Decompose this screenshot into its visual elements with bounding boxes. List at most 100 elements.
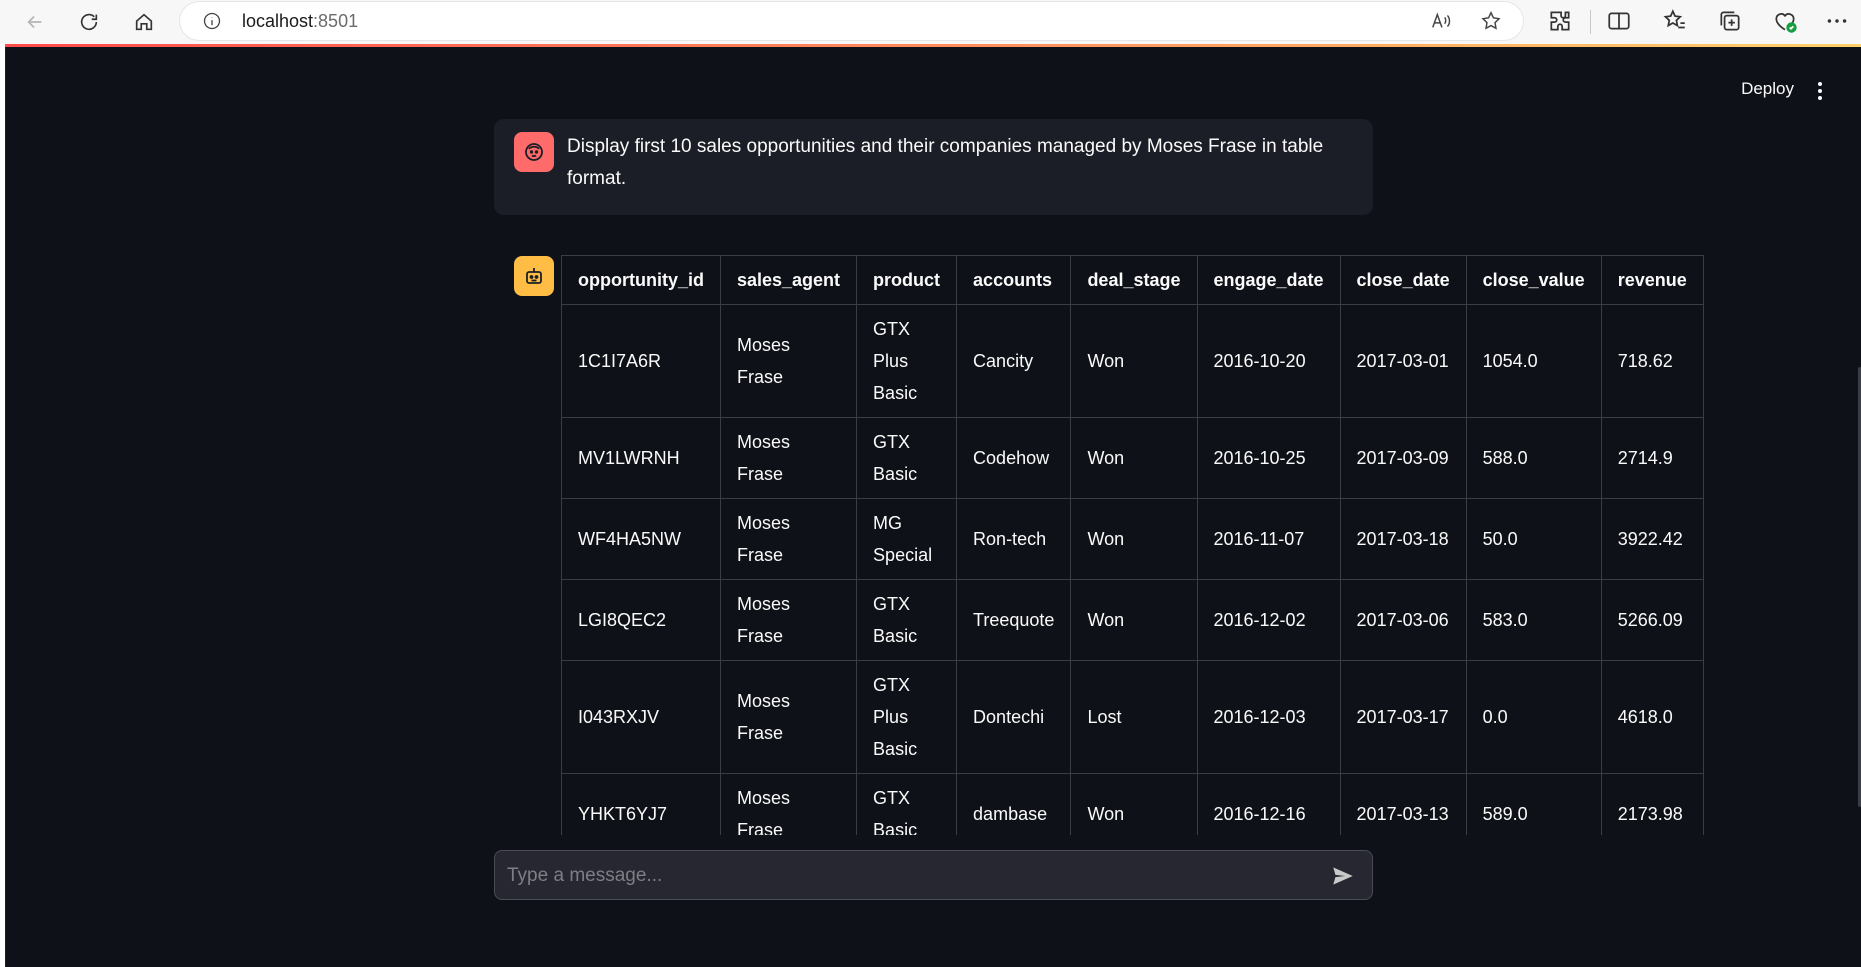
chat-input[interactable]	[505, 851, 1299, 901]
table-cell-product: GTX Basic	[856, 417, 958, 499]
favorite-star-icon[interactable]	[1480, 10, 1502, 32]
table-cell-opportunity-id: LGI8QEC2	[561, 579, 721, 661]
assistant-table-container: opportunity_id sales_agent product accounts…	[561, 255, 1740, 835]
table-cell-accounts: dambase	[956, 773, 1072, 835]
column-header-deal-stage: deal_stage	[1070, 255, 1198, 305]
table-cell-revenue: 5266.09	[1600, 579, 1704, 661]
extensions-icon[interactable]	[1547, 8, 1573, 34]
table-cell-close-value: 588.0	[1465, 417, 1602, 499]
table-cell-close-value: 583.0	[1465, 579, 1602, 661]
table-cell-deal-stage: Won	[1070, 417, 1198, 499]
table-cell-close-date: 2017-03-01	[1339, 304, 1467, 418]
info-icon[interactable]	[202, 11, 222, 31]
table-cell-sales-agent: Moses Frase	[719, 417, 858, 499]
table-cell-engage-date: 2016-11-07	[1196, 498, 1341, 580]
table-cell-deal-stage: Lost	[1070, 660, 1198, 774]
table-row: WF4HA5NW Moses Frase MG Special Ron-tech Won…	[561, 498, 1704, 580]
table-cell-opportunity-id: I043RXJV	[561, 660, 721, 774]
table-cell-close-date: 2017-03-17	[1339, 660, 1467, 774]
table-cell-engage-date: 2016-12-16	[1196, 773, 1341, 835]
table-cell-engage-date: 2016-10-20	[1196, 304, 1341, 418]
table-cell-accounts: Ron-tech	[956, 498, 1072, 580]
table-cell-accounts: Cancity	[956, 304, 1072, 418]
table-cell-revenue: 2714.9	[1600, 417, 1704, 499]
read-aloud-icon[interactable]	[1430, 10, 1452, 32]
table-row: LGI8QEC2 Moses Frase GTX Basic Treequote Won…	[561, 579, 1704, 661]
column-header-close-value: close_value	[1465, 255, 1602, 305]
user-chat-message: Display first 10 sales opportunities and…	[494, 119, 1373, 215]
table-cell-opportunity-id: WF4HA5NW	[561, 498, 721, 580]
table-cell-close-value: 50.0	[1465, 498, 1602, 580]
table-cell-deal-stage: Won	[1070, 773, 1198, 835]
table-cell-engage-date: 2016-12-02	[1196, 579, 1341, 661]
robot-icon	[526, 268, 542, 284]
user-avatar	[514, 132, 554, 172]
table-cell-close-date: 2017-03-09	[1339, 417, 1467, 499]
table-cell-product: GTX Plus Basic	[856, 660, 958, 774]
address-bar[interactable]: localhost:8501	[180, 2, 1523, 40]
browser-toolbar: localhost:8501	[0, 0, 1861, 44]
table-row: YHKT6YJ7 Moses Frase GTX Basic dambase Won 20…	[561, 773, 1704, 835]
table-cell-sales-agent: Moses Frase	[719, 304, 858, 418]
table-cell-revenue: 4618.0	[1600, 660, 1704, 774]
table-cell-product: GTX Basic	[856, 773, 958, 835]
table-cell-close-date: 2017-03-06	[1339, 579, 1467, 661]
user-message-text: Display first 10 sales opportunities and…	[567, 136, 1324, 189]
table-cell-close-value: 0.0	[1465, 660, 1602, 774]
table-cell-accounts: Treequote	[956, 579, 1072, 661]
table-cell-engage-date: 2016-10-25	[1196, 417, 1341, 499]
table-cell-close-date: 2017-03-13	[1339, 773, 1467, 835]
url-host: localhost	[242, 11, 314, 31]
table-cell-deal-stage: Won	[1070, 304, 1198, 418]
back-icon[interactable]	[19, 6, 51, 38]
user-face-icon	[525, 143, 543, 161]
table-cell-product: GTX Basic	[856, 579, 958, 661]
column-header-product: product	[856, 255, 958, 305]
column-header-revenue: revenue	[1600, 255, 1704, 305]
table-cell-deal-stage: Won	[1070, 498, 1198, 580]
url-text: localhost:8501	[242, 11, 358, 32]
favorites-icon[interactable]	[1662, 8, 1688, 34]
home-icon[interactable]	[128, 6, 160, 38]
assistant-avatar	[514, 256, 554, 296]
table-cell-close-value: 589.0	[1465, 773, 1602, 835]
table-cell-revenue: 2173.98	[1600, 773, 1704, 835]
collections-icon[interactable]	[1717, 8, 1743, 34]
table-cell-deal-stage: Won	[1070, 579, 1198, 661]
table-header-row: opportunity_id sales_agent product accounts…	[561, 255, 1704, 305]
table-cell-sales-agent: Moses Frase	[719, 773, 858, 835]
column-header-close-date: close_date	[1339, 255, 1467, 305]
table-cell-accounts: Codehow	[956, 417, 1072, 499]
column-header-opportunity-id: opportunity_id	[561, 255, 721, 305]
table-cell-sales-agent: Moses Frase	[719, 660, 858, 774]
split-screen-icon[interactable]	[1606, 8, 1632, 34]
browser-essentials-icon[interactable]	[1772, 8, 1798, 34]
table-cell-revenue: 3922.42	[1600, 498, 1704, 580]
send-icon[interactable]	[1330, 863, 1356, 889]
more-options-icon[interactable]	[1824, 8, 1850, 34]
column-header-accounts: accounts	[956, 255, 1072, 305]
table-row: I043RXJV Moses Frase GTX Plus Basic Dontech…	[561, 660, 1704, 774]
column-header-engage-date: engage_date	[1196, 255, 1341, 305]
chat-input-container	[494, 850, 1373, 901]
table-row: MV1LWRNH Moses Frase GTX Basic Codehow Won 20…	[561, 417, 1704, 499]
table-cell-product: GTX Plus Basic	[856, 304, 958, 418]
table-cell-opportunity-id: YHKT6YJ7	[561, 773, 721, 835]
table-cell-close-value: 1054.0	[1465, 304, 1602, 418]
opportunities-table: opportunity_id sales_agent product accounts…	[561, 255, 1704, 835]
table-cell-close-date: 2017-03-18	[1339, 498, 1467, 580]
column-header-sales-agent: sales_agent	[719, 255, 858, 305]
table-cell-opportunity-id: MV1LWRNH	[561, 417, 721, 499]
table-cell-opportunity-id: 1C1I7A6R	[561, 304, 721, 418]
url-port: :8501	[313, 11, 359, 31]
deploy-button[interactable]: Deploy	[1741, 79, 1794, 99]
table-cell-product: MG Special	[856, 498, 958, 580]
app-main: Deploy Display first 10 sales opportunit…	[5, 47, 1861, 967]
table-cell-sales-agent: Moses Frase	[719, 498, 858, 580]
table-cell-engage-date: 2016-12-03	[1196, 660, 1341, 774]
toolbar-divider	[1590, 10, 1591, 34]
table-cell-sales-agent: Moses Frase	[719, 579, 858, 661]
refresh-icon[interactable]	[73, 6, 105, 38]
table-row: 1C1I7A6R Moses Frase GTX Plus Basic Cancity…	[561, 304, 1704, 418]
main-menu-icon[interactable]	[1810, 79, 1830, 103]
